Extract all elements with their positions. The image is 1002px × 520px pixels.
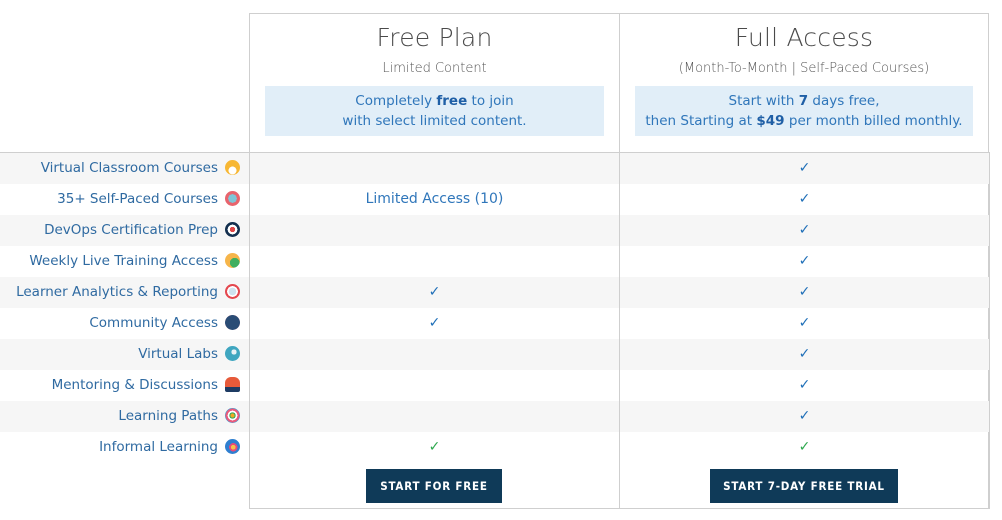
feature-label-cell: Virtual Labs <box>0 339 240 370</box>
plan-description-box: Start with 7 days free, then Starting at… <box>635 86 973 136</box>
feature-label-cell: Community Access <box>0 308 240 339</box>
feature-table: Virtual Classroom Courses ✓ 35+ Self-Paced… <box>0 152 989 463</box>
check-icon: ✓ <box>798 408 811 424</box>
start-for-free-button[interactable]: START FOR FREE <box>366 469 502 503</box>
feature-label-cell: Mentoring & Discussions <box>0 370 240 401</box>
virtual-classroom-icon <box>225 160 240 175</box>
empty-cell <box>250 246 619 277</box>
text-bold: 7 <box>798 93 809 109</box>
feature-label: Community Access <box>89 315 218 331</box>
feature-label: Informal Learning <box>99 439 218 455</box>
column-divider <box>989 152 990 509</box>
plan-description-line-2: then Starting at $49 per month billed mo… <box>635 111 973 131</box>
feature-label: DevOps Certification Prep <box>44 222 218 238</box>
check-icon: ✓ <box>428 439 441 455</box>
feature-row: 35+ Self-Paced Courses Limited Access (10… <box>0 184 989 215</box>
virtual-labs-icon <box>225 346 240 361</box>
feature-row: Community Access ✓ ✓ <box>0 308 989 339</box>
check-icon: ✓ <box>798 191 811 207</box>
feature-row: Mentoring & Discussions ✓ <box>0 370 989 401</box>
live-training-calendar-icon <box>225 253 240 268</box>
feature-label-cell: 35+ Self-Paced Courses <box>0 184 240 215</box>
text: Start with <box>728 93 799 109</box>
feature-row: Virtual Labs ✓ <box>0 339 989 370</box>
text-bold: $49 <box>756 113 785 129</box>
feature-label: Learning Paths <box>118 408 218 424</box>
feature-row: Learning Paths ✓ <box>0 401 989 432</box>
community-icon <box>225 315 240 330</box>
check-icon: ✓ <box>798 439 811 455</box>
table-bottom-border <box>249 508 990 509</box>
analytics-icon <box>225 284 240 299</box>
check-icon: ✓ <box>428 315 441 331</box>
empty-cell <box>250 370 619 401</box>
plan-header-full: Full Access (Month-To-Month | Self-Paced… <box>620 13 988 152</box>
text: days free, <box>808 93 880 109</box>
check-icon: ✓ <box>798 284 811 300</box>
plan-title: Full Access <box>734 23 874 52</box>
plan-description-line-1: Start with 7 days free, <box>635 91 973 111</box>
self-paced-courses-icon <box>225 191 240 206</box>
column-divider <box>249 152 250 509</box>
feature-row: Learner Analytics & Reporting ✓ ✓ <box>0 277 989 308</box>
empty-cell <box>250 153 619 184</box>
plan-header-free: Free Plan Limited Content Completely fre… <box>250 13 619 152</box>
feature-row: Weekly Live Training Access ✓ <box>0 246 989 277</box>
feature-label: Learner Analytics & Reporting <box>16 284 218 300</box>
feature-label-cell: Weekly Live Training Access <box>0 246 240 277</box>
text-bold: free <box>436 93 468 109</box>
feature-label: Virtual Labs <box>138 346 218 362</box>
start-free-trial-button[interactable]: START 7-DAY FREE TRIAL <box>710 469 898 503</box>
check-icon: ✓ <box>798 222 811 238</box>
feature-label: 35+ Self-Paced Courses <box>57 191 218 207</box>
plan-description-line-1: Completely free to join <box>265 91 604 111</box>
plan-subtitle: Limited Content <box>382 61 487 76</box>
text: per month billed monthly. <box>784 113 963 129</box>
check-icon: ✓ <box>798 253 811 269</box>
check-icon: ✓ <box>798 160 811 176</box>
feature-label: Weekly Live Training Access <box>29 253 218 269</box>
text: then Starting at <box>645 113 757 129</box>
feature-row: Informal Learning ✓ ✓ <box>0 432 989 463</box>
feature-label-cell: Virtual Classroom Courses <box>0 153 240 184</box>
check-icon: ✓ <box>428 284 441 300</box>
cta-row: START FOR FREE START 7-DAY FREE TRIAL <box>250 462 989 509</box>
informal-learning-icon <box>225 439 240 454</box>
feature-label: Mentoring & Discussions <box>51 377 218 393</box>
check-icon: ✓ <box>798 315 811 331</box>
plan-subtitle: (Month-To-Month | Self-Paced Courses) <box>678 61 930 76</box>
mentoring-icon <box>225 377 240 392</box>
feature-row: DevOps Certification Prep ✓ <box>0 215 989 246</box>
check-icon: ✓ <box>798 377 811 393</box>
text: Completely <box>355 93 437 109</box>
feature-label-cell: Learning Paths <box>0 401 240 432</box>
empty-cell <box>250 339 619 370</box>
limited-access-label: Limited Access (10) <box>365 191 504 207</box>
feature-label: Virtual Classroom Courses <box>40 160 218 176</box>
plan-description-line-2: with select limited content. <box>342 113 527 129</box>
learning-paths-icon <box>225 408 240 423</box>
plan-description-box: Completely free to join with select limi… <box>265 86 604 136</box>
empty-cell <box>250 401 619 432</box>
feature-row: Virtual Classroom Courses ✓ <box>0 153 989 184</box>
check-icon: ✓ <box>798 346 811 362</box>
feature-label-cell: Learner Analytics & Reporting <box>0 277 240 308</box>
feature-label-cell: DevOps Certification Prep <box>0 215 240 246</box>
certification-target-icon <box>225 222 240 237</box>
plan-title: Free Plan <box>376 23 493 52</box>
empty-cell <box>250 215 619 246</box>
column-divider <box>619 152 620 509</box>
text: to join <box>467 93 514 109</box>
feature-label-cell: Informal Learning <box>0 432 240 463</box>
